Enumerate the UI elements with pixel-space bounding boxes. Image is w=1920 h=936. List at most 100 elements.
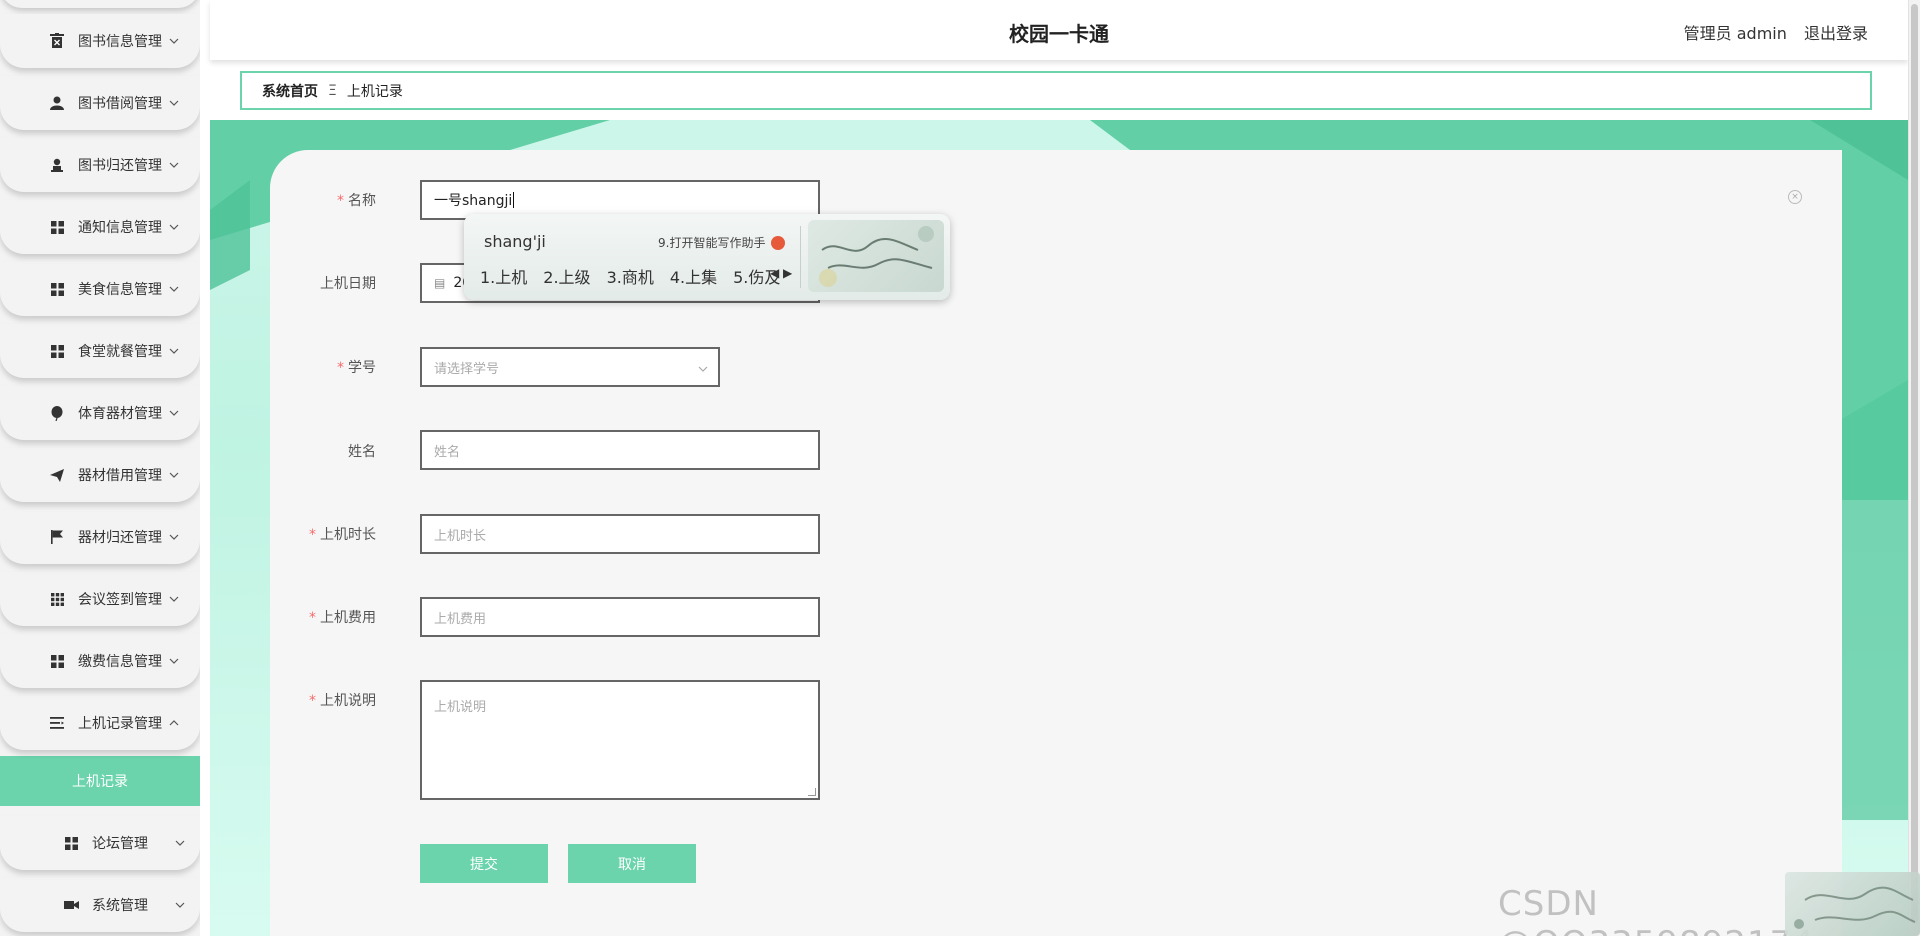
trash-icon bbox=[48, 32, 66, 50]
name-label: * 名称 bbox=[256, 190, 376, 210]
chevron-down-icon bbox=[168, 469, 180, 481]
breadcrumb: 系统首页 Ξ 上机记录 bbox=[240, 71, 1872, 110]
duration-label-text: 上机时长 bbox=[320, 527, 376, 543]
description-placeholder: 上机说明 bbox=[434, 700, 487, 715]
sidebar-item-label: 食堂就餐管理 bbox=[78, 344, 162, 360]
chevron-down-icon bbox=[174, 899, 186, 911]
grid-icon bbox=[48, 280, 66, 298]
sidebar-item-equipment-return[interactable]: 器材归还管理 bbox=[0, 510, 200, 564]
ime-divider bbox=[800, 226, 801, 288]
sidebar-item-sports-equipment[interactable]: 体育器材管理 bbox=[0, 386, 200, 440]
chevron-down-icon bbox=[168, 593, 180, 605]
sidebar-item-label: 图书借阅管理 bbox=[78, 96, 162, 112]
top-header: 校园一卡通 管理员 admin 退出登录 bbox=[210, 0, 1908, 60]
page-scrollbar[interactable] bbox=[1908, 0, 1920, 936]
sidebar-item-book-return[interactable]: 图书归还管理 bbox=[0, 138, 200, 192]
text-caret bbox=[513, 192, 515, 208]
calendar-icon: ▤ bbox=[434, 276, 446, 290]
cancel-button[interactable]: 取消 bbox=[568, 844, 696, 883]
student-id-label: * 学号 bbox=[256, 357, 376, 377]
user-icon bbox=[48, 94, 66, 112]
close-icon[interactable]: × bbox=[1788, 190, 1802, 204]
breadcrumb-separator: Ξ bbox=[328, 82, 337, 99]
logout-link[interactable]: 退出登录 bbox=[1804, 24, 1868, 43]
sidebar-item-system[interactable]: 系统管理 bbox=[0, 878, 200, 932]
sidebar-item-equipment-borrow[interactable]: 器材借用管理 bbox=[0, 448, 200, 502]
chevron-down-icon bbox=[168, 655, 180, 667]
student-id-placeholder: 请选择学号 bbox=[434, 361, 500, 377]
chevron-down-icon bbox=[168, 159, 180, 171]
chevron-down-icon bbox=[168, 35, 180, 47]
sidebar: 图书信息管理 图书借阅管理 图书归还管理 通知信息管理 美食信息管理 食堂就餐管… bbox=[0, 0, 200, 936]
sidebar-item-label: 通知信息管理 bbox=[78, 220, 162, 236]
fee-label: * 上机费用 bbox=[256, 607, 376, 627]
sidebar-item-label: 图书归还管理 bbox=[78, 158, 162, 174]
chevron-down-icon bbox=[168, 221, 180, 233]
sidebar-item-forum[interactable]: 论坛管理 bbox=[0, 816, 200, 870]
student-name-input[interactable]: 姓名 bbox=[420, 430, 820, 470]
user-area: 管理员 admin 退出登录 bbox=[1684, 20, 1868, 44]
name-input-value: 一号shangji bbox=[434, 193, 513, 209]
sidebar-subitem-computer-record[interactable]: 上机记录 bbox=[0, 756, 200, 806]
description-textarea[interactable]: 上机说明 bbox=[420, 680, 820, 800]
video-icon bbox=[62, 896, 80, 914]
duration-placeholder: 上机时长 bbox=[434, 528, 487, 544]
required-mark: * bbox=[309, 527, 316, 543]
ime-candidate-window: shang'ji 9.打开智能写作助手 1.上机 2.上级 3.商机 4.上集 … bbox=[464, 214, 950, 300]
breadcrumb-current: 上机记录 bbox=[346, 83, 403, 100]
sidebar-item-label: 器材借用管理 bbox=[78, 468, 162, 484]
breadcrumb-home[interactable]: 系统首页 bbox=[262, 81, 318, 101]
grid-icon bbox=[48, 218, 66, 236]
chevron-down-icon bbox=[168, 283, 180, 295]
resize-handle[interactable] bbox=[808, 788, 816, 796]
sidebar-item-label: 上机记录管理 bbox=[78, 716, 162, 732]
balloon-icon bbox=[48, 404, 66, 422]
send-icon bbox=[48, 466, 66, 484]
fee-input[interactable]: 上机费用 bbox=[420, 597, 820, 637]
chevron-up-icon bbox=[168, 717, 180, 729]
ime-skin-image bbox=[808, 220, 944, 292]
ime-candidate[interactable]: 2.上级 bbox=[543, 264, 590, 288]
duration-input[interactable]: 上机时长 bbox=[420, 514, 820, 554]
sidebar-item-label: 美食信息管理 bbox=[78, 282, 162, 298]
ime-candidate[interactable]: 4.上集 bbox=[670, 264, 717, 288]
date-label: 上机日期 bbox=[256, 273, 376, 293]
grid-icon bbox=[62, 834, 80, 852]
ime-candidate[interactable]: 1.上机 bbox=[480, 264, 527, 288]
grid-icon bbox=[48, 652, 66, 670]
fee-label-text: 上机费用 bbox=[320, 610, 376, 626]
chevron-down-icon bbox=[168, 531, 180, 543]
sidebar-item-notice[interactable]: 通知信息管理 bbox=[0, 200, 200, 254]
ime-assistant[interactable]: 9.打开智能写作助手 bbox=[658, 234, 786, 251]
ime-pinyin: shang'ji bbox=[484, 232, 546, 251]
student-id-select[interactable]: 请选择学号 bbox=[420, 347, 720, 387]
sidebar-item-meeting[interactable]: 会议签到管理 bbox=[0, 572, 200, 626]
sidebar-item-canteen[interactable]: 食堂就餐管理 bbox=[0, 324, 200, 378]
sidebar-item-label: 器材归还管理 bbox=[78, 530, 162, 546]
sidebar-item-book-info[interactable]: 图书信息管理 bbox=[0, 14, 200, 68]
sidebar-item-label: 缴费信息管理 bbox=[78, 654, 162, 670]
scrollbar-thumb[interactable] bbox=[1911, 4, 1918, 924]
chevron-down-icon bbox=[168, 97, 180, 109]
sidebar-item-computer-records[interactable]: 上机记录管理 bbox=[0, 696, 200, 750]
sidebar-item-label: 系统管理 bbox=[92, 898, 148, 914]
grid-icon bbox=[48, 342, 66, 360]
sidebar-item-label: 论坛管理 bbox=[92, 836, 148, 852]
ime-assistant-label: 9.打开智能写作助手 bbox=[658, 236, 766, 250]
ime-candidate[interactable]: 3.商机 bbox=[607, 264, 654, 288]
ime-page-arrows-icon[interactable]: ◀ ▶ bbox=[770, 266, 792, 280]
sidebar-item-payment[interactable]: 缴费信息管理 bbox=[0, 634, 200, 688]
student-name-label: 姓名 bbox=[256, 441, 376, 461]
name-label-text: 名称 bbox=[348, 193, 376, 209]
required-mark: * bbox=[337, 360, 344, 376]
sidebar-item-food[interactable]: 美食信息管理 bbox=[0, 262, 200, 316]
sidebar-item-book-borrow[interactable]: 图书借阅管理 bbox=[0, 76, 200, 130]
list-icon bbox=[48, 714, 66, 732]
student-id-label-text: 学号 bbox=[348, 360, 376, 376]
assistant-icon bbox=[771, 235, 786, 250]
user-name: 管理员 admin bbox=[1683, 24, 1787, 43]
chevron-down-icon bbox=[698, 361, 708, 376]
ime-status-widget[interactable] bbox=[1785, 872, 1920, 936]
flag-icon bbox=[48, 528, 66, 546]
submit-button[interactable]: 提交 bbox=[420, 844, 548, 883]
